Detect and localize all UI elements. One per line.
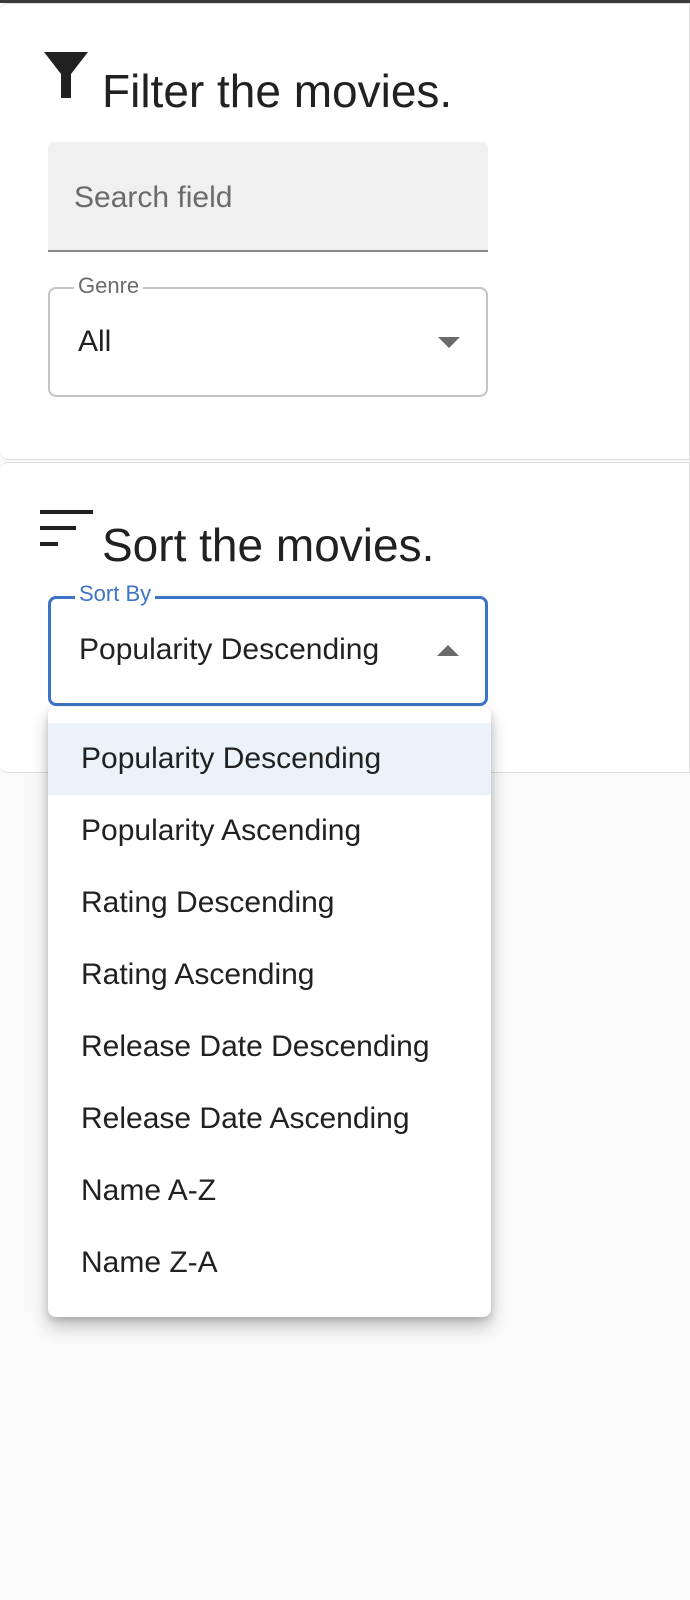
sort-option[interactable]: Popularity Ascending [48,795,491,867]
sort-option[interactable]: Name A-Z [48,1155,491,1227]
movie-controls-page: Filter the movies. Genre All Sort the mo… [0,0,690,1600]
sort-option[interactable]: Release Date Descending [48,1011,491,1083]
genre-select[interactable]: Genre All [48,273,488,397]
search-field[interactable] [48,142,488,252]
genre-label: Genre [74,273,144,299]
filter-title: Filter the movies. [102,65,453,117]
sort-option[interactable]: Popularity Descending [48,723,491,795]
genre-value: All [78,325,112,358]
search-input[interactable] [72,172,466,224]
chevron-up-icon [437,645,459,656]
sort-by-value: Popularity Descending [79,633,380,666]
sort-by-select[interactable]: Sort By Popularity Descending [48,581,488,706]
sort-option[interactable]: Name Z-A [48,1227,491,1299]
sort-by-label: Sort By [75,581,156,607]
sort-option[interactable]: Release Date Ascending [48,1083,491,1155]
chevron-down-icon [438,337,460,348]
sort-options-menu: Popularity Descending Popularity Ascendi… [48,707,491,1317]
filter-card: Filter the movies. Genre All [0,3,690,460]
filter-icon [44,52,88,98]
sort-icon [40,510,93,546]
sort-option[interactable]: Rating Descending [48,867,491,939]
sort-option[interactable]: Rating Ascending [48,939,491,1011]
sort-title: Sort the movies. [102,519,435,571]
